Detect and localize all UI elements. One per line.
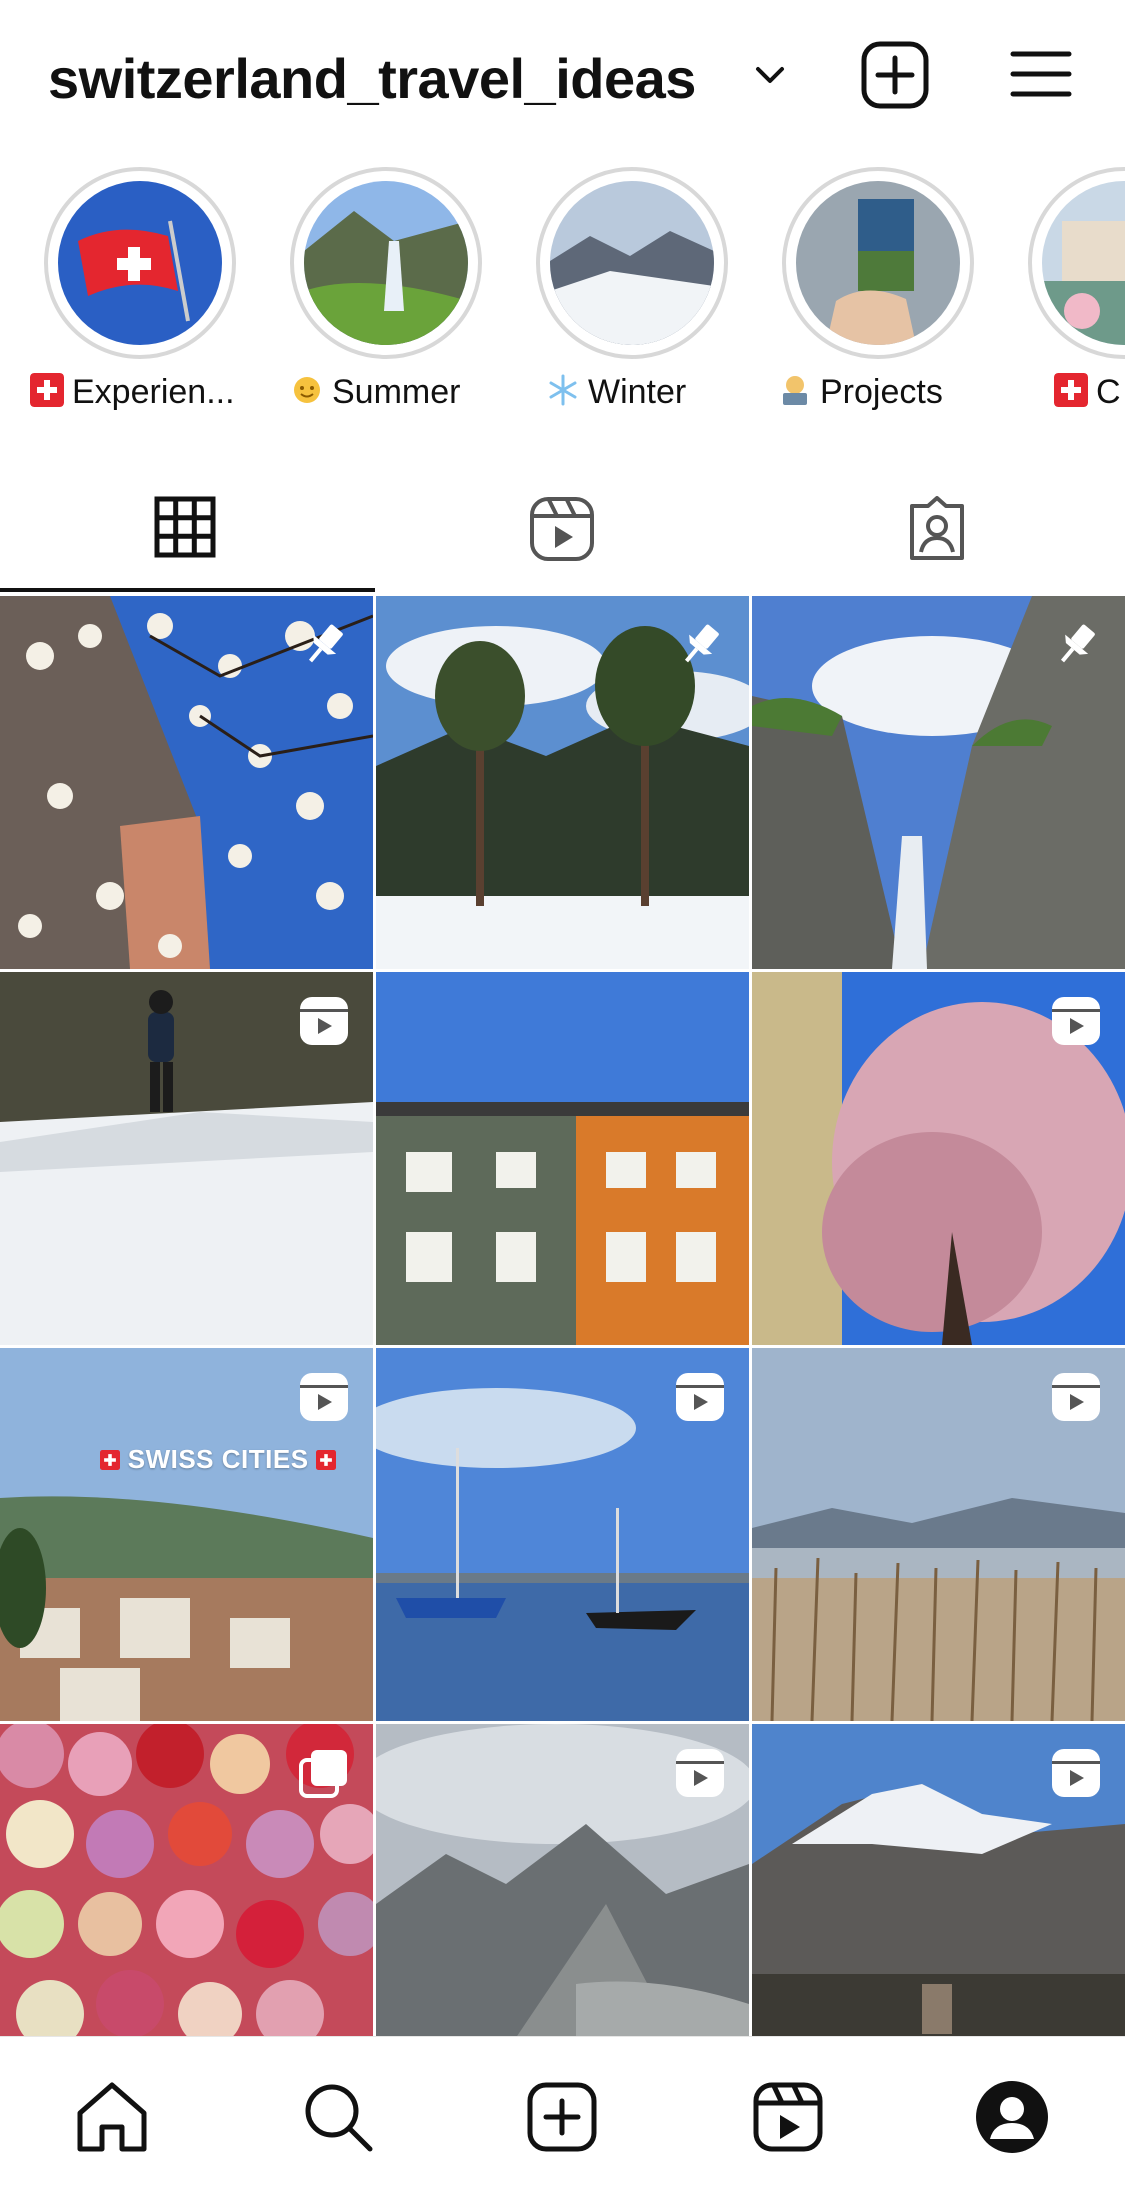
sun-icon — [294, 377, 320, 403]
tab-tagged[interactable] — [750, 460, 1125, 592]
tab-reels[interactable] — [375, 460, 750, 592]
post-thumbnail[interactable] — [752, 1724, 1125, 2036]
post-overlay-text: SWISS CITIES — [100, 1444, 337, 1475]
swiss-flag-icon — [30, 373, 64, 407]
multiple-images-icon — [299, 1750, 347, 1798]
highlight-label: C — [1054, 373, 1125, 412]
reels-icon — [1052, 1749, 1100, 1797]
person-at-laptop-icon — [783, 376, 807, 405]
highlight-summer[interactable]: Summer — [282, 165, 482, 425]
post-thumbnail[interactable]: SWISS CITIES — [0, 1348, 373, 1721]
post-thumbnail[interactable] — [376, 972, 749, 1345]
post-thumbnail[interactable] — [376, 596, 749, 969]
highlight-cover-image — [1042, 181, 1125, 345]
swiss-flag-icon — [100, 1450, 120, 1470]
reels-icon — [676, 1373, 724, 1421]
profile-username[interactable]: switzerland_travel_ideas — [48, 46, 696, 111]
highlight-label: Projects — [778, 373, 1008, 412]
pin-icon — [1060, 624, 1095, 663]
grid-icon — [154, 496, 216, 558]
post-thumbnail[interactable] — [752, 1348, 1125, 1721]
story-highlights: Experien... Summer Winter Projects C — [0, 165, 1125, 425]
post-thumbnail[interactable] — [0, 596, 373, 969]
highlight-experiences[interactable]: Experien... — [30, 165, 236, 425]
reels-icon — [676, 1749, 724, 1797]
posts-grid: SWISS CITIES — [0, 596, 1125, 2036]
highlight-label: Experien... — [30, 373, 260, 412]
reels-icon — [1052, 1373, 1100, 1421]
highlight-ring — [1028, 167, 1125, 359]
pin-icon — [684, 624, 719, 663]
highlight-cover-image — [796, 181, 960, 345]
snowflake-icon — [549, 374, 577, 406]
reels-icon — [530, 497, 594, 561]
profile-icon[interactable] — [972, 2077, 1052, 2157]
tab-posts[interactable] — [0, 460, 375, 592]
highlight-cover-image — [304, 181, 468, 345]
reels-icon — [1052, 997, 1100, 1045]
highlight-cover-image — [58, 181, 222, 345]
pin-icon — [308, 624, 343, 663]
post-thumbnail[interactable] — [752, 972, 1125, 1345]
reels-icon[interactable] — [748, 2077, 828, 2157]
menu-icon[interactable] — [1010, 48, 1072, 100]
profile-header: switzerland_travel_ideas — [0, 0, 1125, 155]
bottom-navigation — [0, 2036, 1125, 2197]
highlight-label: Summer — [290, 373, 520, 412]
tagged-icon — [910, 496, 964, 560]
search-icon[interactable] — [298, 2077, 378, 2157]
post-thumbnail[interactable] — [376, 1348, 749, 1721]
highlight-winter[interactable]: Winter — [528, 165, 728, 425]
chevron-down-icon[interactable] — [752, 60, 788, 90]
highlight-ring — [44, 167, 236, 359]
highlight-label: Winter — [546, 373, 776, 412]
highlight-cover-image — [550, 181, 714, 345]
reels-icon — [300, 997, 348, 1045]
profile-tabs — [0, 460, 1125, 592]
highlight-projects[interactable]: Projects — [774, 165, 974, 425]
post-thumbnail[interactable] — [0, 1724, 373, 2036]
home-icon[interactable] — [72, 2077, 152, 2157]
create-post-icon[interactable] — [860, 40, 930, 110]
highlight-cities[interactable]: C — [1020, 165, 1125, 425]
highlight-ring — [782, 167, 974, 359]
create-icon[interactable] — [522, 2077, 602, 2157]
reels-icon — [300, 1373, 348, 1421]
highlight-ring — [290, 167, 482, 359]
post-thumbnail[interactable] — [0, 972, 373, 1345]
swiss-flag-icon — [1054, 373, 1088, 407]
post-thumbnail[interactable] — [752, 596, 1125, 969]
post-thumbnail[interactable] — [376, 1724, 749, 2036]
highlight-ring — [536, 167, 728, 359]
swiss-flag-icon — [316, 1450, 337, 1470]
active-tab-indicator — [0, 588, 375, 592]
post-image — [376, 972, 749, 1345]
